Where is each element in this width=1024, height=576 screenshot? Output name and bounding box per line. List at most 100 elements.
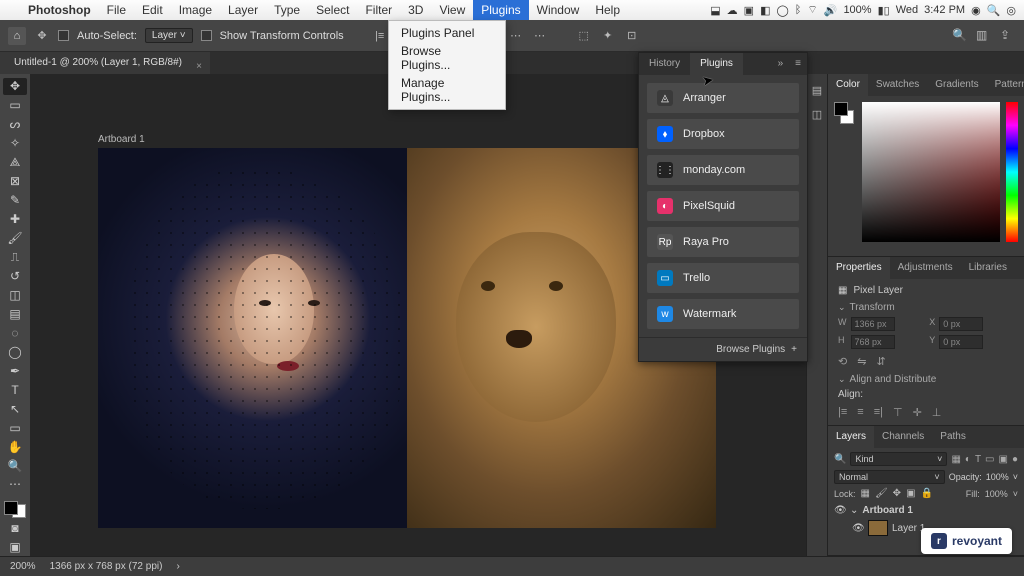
align-hcenter-icon[interactable]: ≡ <box>857 406 863 419</box>
screen-mode-tool[interactable]: ▣ <box>3 539 27 556</box>
battery-icon[interactable]: ▮▯ <box>878 4 890 17</box>
edit-toolbar[interactable]: ⋯ <box>3 476 27 493</box>
filter-toggle-icon[interactable]: ● <box>1012 454 1018 465</box>
tab-plugins[interactable]: Plugins <box>690 53 743 75</box>
zoom-tool[interactable]: 🔍 <box>3 457 27 474</box>
tab-gradients[interactable]: Gradients <box>927 74 986 96</box>
align-left-icon[interactable]: |≡ <box>838 406 847 419</box>
y-input[interactable] <box>939 335 983 349</box>
filter-smart-icon[interactable]: ▣ <box>999 454 1008 465</box>
blur-tool[interactable]: ◌ <box>3 324 27 341</box>
tray-icon-2[interactable]: ◯ <box>776 4 788 17</box>
eyedropper-tool[interactable]: ✎ <box>3 192 27 209</box>
cc-tray-icon[interactable]: ☁ <box>727 4 738 17</box>
spotlight-icon[interactable]: 🔍 <box>987 4 1001 17</box>
menu-edit[interactable]: Edit <box>134 0 171 20</box>
hue-slider[interactable] <box>1006 102 1018 242</box>
tab-properties[interactable]: Properties <box>828 257 890 279</box>
fill-value[interactable]: 100% <box>985 489 1008 499</box>
menu-help[interactable]: Help <box>587 0 628 20</box>
menu-file[interactable]: File <box>99 0 134 20</box>
auto-select-dropdown[interactable]: Layer ˅ <box>145 28 193 43</box>
tab-patterns[interactable]: Patterns <box>987 74 1024 96</box>
menu-item-browse-plugins[interactable]: Browse Plugins... <box>389 42 505 74</box>
visibility-icon[interactable]: 👁 <box>834 505 846 516</box>
document-tab[interactable]: Untitled-1 @ 200% (Layer 1, RGB/8#) × <box>0 52 210 74</box>
tab-layers[interactable]: Layers <box>828 426 874 448</box>
auto-select-checkbox[interactable] <box>58 30 69 41</box>
brush-tool[interactable]: 🖌 <box>3 230 27 247</box>
shape-tool[interactable]: ▭ <box>3 419 27 436</box>
home-button[interactable]: ⌂ <box>8 27 26 45</box>
artboard[interactable] <box>98 148 716 528</box>
control-center-icon[interactable]: ◎ <box>1006 4 1016 17</box>
chevron-down-icon[interactable]: ⌄ <box>850 505 858 516</box>
type-tool[interactable]: T <box>3 381 27 398</box>
height-input[interactable] <box>851 335 895 349</box>
blend-mode-select[interactable]: Normal˅ <box>834 470 945 484</box>
align-vcenter-icon[interactable]: ✛ <box>913 406 922 419</box>
3d-mode-icon[interactable]: ⬚ <box>576 28 592 44</box>
menu-type[interactable]: Type <box>266 0 308 20</box>
lock-trans-icon[interactable]: ▦ <box>861 488 870 499</box>
lasso-tool[interactable]: ᔕ <box>3 116 27 133</box>
panel-menu-icon[interactable]: ≡ <box>789 53 807 75</box>
lock-pos-icon[interactable]: ✥ <box>893 488 901 499</box>
plugin-row-raya-pro[interactable]: RpRaya Pro <box>647 227 799 257</box>
3d-mode-icon-3[interactable]: ⊡ <box>624 28 640 44</box>
align-right-icon[interactable]: ≡| <box>874 406 883 419</box>
collapsed-panel-icon-2[interactable]: ◫ <box>809 106 825 122</box>
color-fgbg-swatch[interactable] <box>834 102 856 250</box>
menu-item-manage-plugins[interactable]: Manage Plugins... <box>389 74 505 106</box>
layer-thumbnail[interactable] <box>868 520 888 536</box>
align-top-icon[interactable]: ⊤ <box>893 406 903 419</box>
collapse-icon[interactable]: » <box>772 53 790 75</box>
plugin-row-monday-com[interactable]: ⋮⋮monday.com <box>647 155 799 185</box>
history-brush-tool[interactable]: ↺ <box>3 268 27 285</box>
menu-filter[interactable]: Filter <box>357 0 400 20</box>
tab-swatches[interactable]: Swatches <box>868 74 927 96</box>
fg-bg-colors[interactable] <box>4 501 26 518</box>
quick-mask-tool[interactable]: ◙ <box>3 520 27 537</box>
hand-tool[interactable]: ✋ <box>3 438 27 455</box>
wifi-icon[interactable]: ⌔ <box>807 3 817 17</box>
path-tool[interactable]: ↖ <box>3 400 27 417</box>
flip-h-icon[interactable]: ⇋ <box>857 355 866 368</box>
show-transform-checkbox[interactable] <box>201 30 212 41</box>
menu-3d[interactable]: 3D <box>400 0 431 20</box>
menu-plugins[interactable]: Plugins <box>473 0 528 20</box>
align-left-icon[interactable]: |≡ <box>372 28 388 44</box>
crop-tool[interactable]: ⟁ <box>3 154 27 171</box>
color-picker-field[interactable] <box>862 102 1000 242</box>
add-plugin-icon[interactable]: + <box>791 344 797 355</box>
dropbox-tray-icon[interactable]: ⬓ <box>710 4 720 17</box>
3d-mode-icon-2[interactable]: ✦ <box>600 28 616 44</box>
menu-select[interactable]: Select <box>308 0 357 20</box>
frame-tool[interactable]: ⊠ <box>3 173 27 190</box>
filter-pixel-icon[interactable]: ▦ <box>951 454 960 465</box>
plugin-row-watermark[interactable]: wWatermark <box>647 299 799 329</box>
browse-plugins-link[interactable]: Browse Plugins <box>716 344 785 355</box>
lock-all-icon[interactable]: 🔒 <box>921 488 933 499</box>
tab-libraries[interactable]: Libraries <box>961 257 1015 279</box>
share-icon[interactable]: ⇪ <box>1000 28 1016 44</box>
marquee-tool[interactable]: ▭ <box>3 97 27 114</box>
siri-icon[interactable]: ◉ <box>971 4 981 17</box>
tab-adjustments[interactable]: Adjustments <box>890 257 961 279</box>
dodge-tool[interactable]: ◯ <box>3 343 27 360</box>
menu-image[interactable]: Image <box>171 0 220 20</box>
move-tool[interactable]: ✥ <box>3 78 27 95</box>
plugin-row-arranger[interactable]: ◬Arranger <box>647 83 799 113</box>
artboard-label[interactable]: Artboard 1 <box>98 134 145 145</box>
plugin-row-dropbox[interactable]: ⬧Dropbox <box>647 119 799 149</box>
eraser-tool[interactable]: ◫ <box>3 286 27 303</box>
stamp-tool[interactable]: ⎍ <box>3 249 27 266</box>
tray-icon[interactable]: ▣ <box>744 4 754 17</box>
align-section-header[interactable]: Align and Distribute <box>838 374 1014 385</box>
menu-item-plugins-panel[interactable]: Plugins Panel <box>389 24 505 42</box>
tab-channels[interactable]: Channels <box>874 426 932 448</box>
more-icon[interactable]: ⋯ <box>532 28 548 44</box>
layer-row-artboard[interactable]: 👁 ⌄ Artboard 1 <box>834 503 1018 518</box>
filter-adjust-icon[interactable]: ◐ <box>965 454 971 465</box>
align-bottom-icon[interactable]: ⊥ <box>932 406 942 419</box>
